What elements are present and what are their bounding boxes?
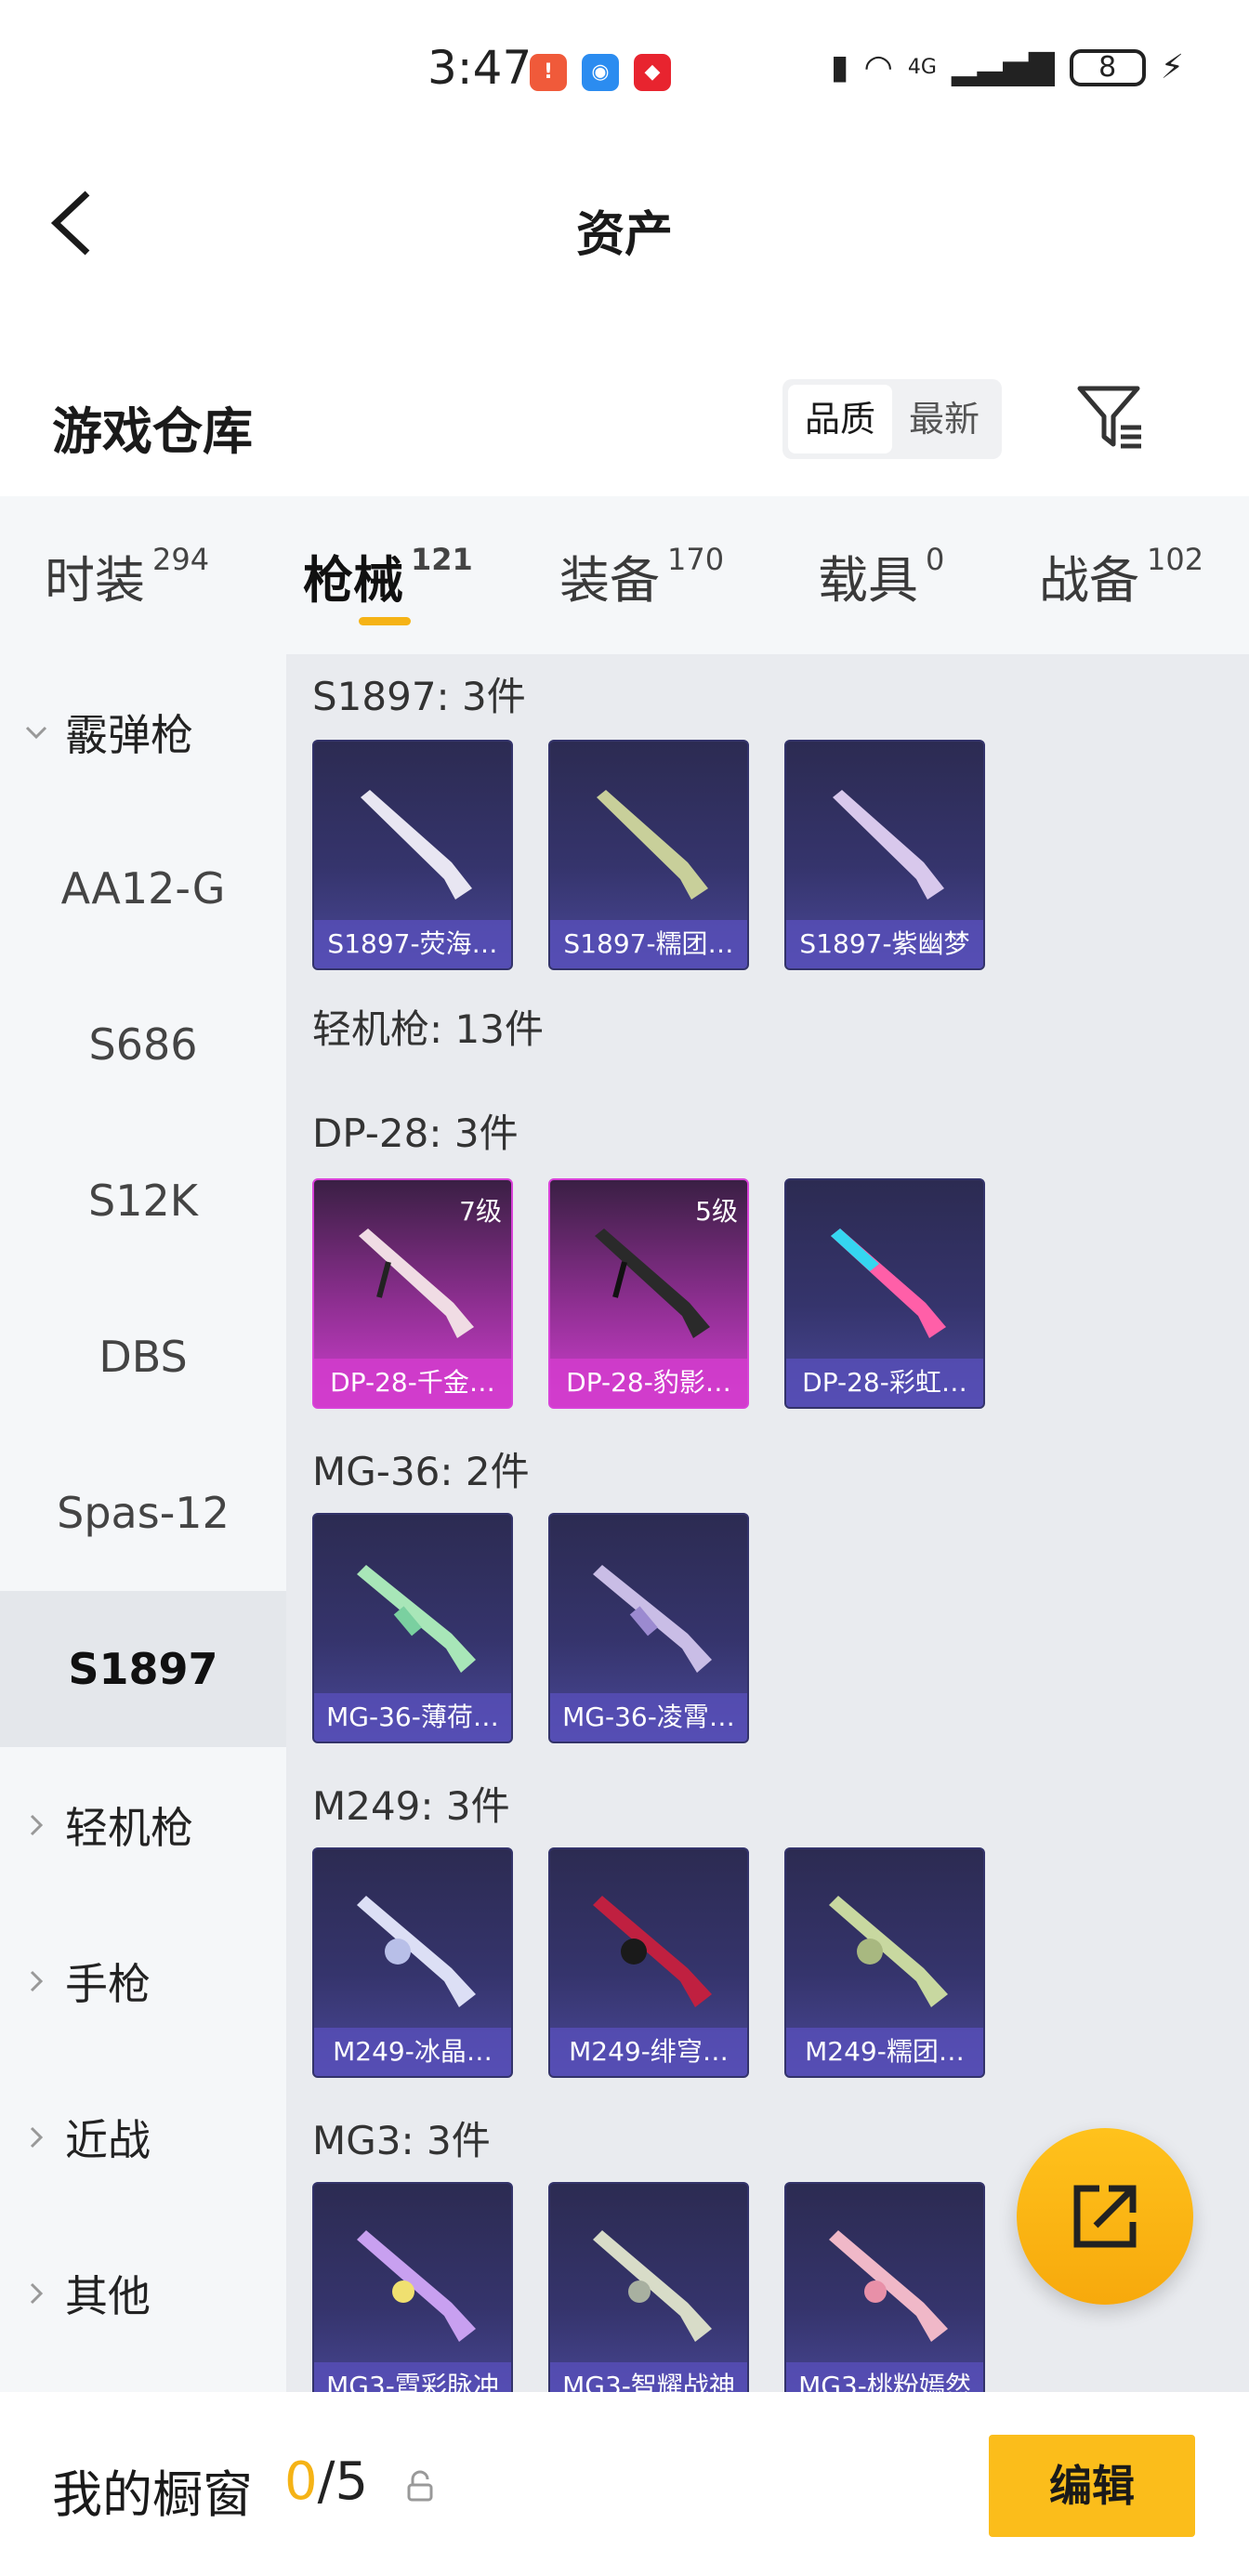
- machine-gun-icon: [593, 2230, 712, 2342]
- sidebar-group-shotgun[interactable]: 霰弹枪: [0, 654, 286, 810]
- weapon-card[interactable]: M249-绯穹…: [548, 1847, 749, 2078]
- chevron-right-icon: [30, 2126, 44, 2149]
- weapon-card[interactable]: S1897-紫幽梦: [784, 740, 985, 970]
- sidebar-item-spas12[interactable]: Spas-12: [0, 1435, 286, 1591]
- share-external-icon: [1073, 2185, 1137, 2248]
- weapon-card[interactable]: MG3-霓彩脉冲: [312, 2182, 513, 2392]
- tab-weapons[interactable]: 枪械 121: [303, 539, 473, 612]
- sidebar-item-s1897[interactable]: S1897: [0, 1591, 286, 1747]
- weapon-card[interactable]: MG3-智耀战神: [548, 2182, 749, 2392]
- status-bar: 3:47 ! ◉ ◆ ▮ ◠ 4G ▂▃▅▇ 8 ⚡: [0, 0, 1249, 139]
- machine-gun-icon: [357, 2230, 476, 2342]
- machine-gun-icon: [359, 1229, 474, 1338]
- weapon-card[interactable]: S1897-荧海…: [312, 740, 513, 970]
- sidebar-group-pistol[interactable]: 手枪: [0, 1903, 286, 2059]
- weapon-card[interactable]: 7级 DP-28-千金…: [312, 1178, 513, 1409]
- showcase-label: 我的橱窗: [52, 2465, 253, 2524]
- sidebar-item-s12k[interactable]: S12K: [0, 1123, 286, 1279]
- sort-toggle: 品质 最新: [782, 379, 1002, 459]
- sidebar-group-lmg[interactable]: 轻机枪: [0, 1747, 286, 1903]
- weapon-card[interactable]: MG-36-凌霄…: [548, 1513, 749, 1743]
- section-label: S1897: 3件: [312, 674, 526, 719]
- notification-app-icon: ◆: [634, 54, 671, 91]
- signal-icon: ▂▃▅▇: [951, 48, 1055, 86]
- notification-app-icon: ◉: [582, 54, 619, 91]
- machine-gun-icon: [829, 1896, 948, 2007]
- section-label: DP-28: 3件: [312, 1111, 519, 1156]
- machine-gun-icon: [357, 1896, 476, 2007]
- section-label: MG3: 3件: [312, 2118, 491, 2163]
- weapon-card[interactable]: 5级 DP-28-豹影…: [548, 1178, 749, 1409]
- weapon-card[interactable]: MG3-桃粉嫣然: [784, 2182, 985, 2392]
- page-title: 资产: [575, 207, 673, 263]
- shotgun-icon: [361, 790, 472, 900]
- edit-button[interactable]: 编辑: [989, 2435, 1195, 2537]
- tab-vehicles[interactable]: 载具 0: [818, 539, 944, 612]
- sidebar-item-aa12g[interactable]: AA12-G: [0, 810, 286, 966]
- filter-icon[interactable]: [1076, 383, 1145, 452]
- chevron-down-icon: [25, 726, 47, 740]
- showcase-count: 0/5: [284, 2451, 369, 2512]
- network-type: 4G: [907, 56, 937, 79]
- warehouse-title: 游戏仓库: [52, 402, 253, 461]
- sort-option-quality[interactable]: 品质: [788, 385, 892, 453]
- status-icons: ▮ ◠ 4G ▂▃▅▇ 8 ⚡: [831, 48, 1184, 86]
- status-time: 3:47: [427, 41, 532, 95]
- tab-equipment[interactable]: 装备 170: [559, 539, 724, 612]
- weapon-card[interactable]: MG-36-薄荷…: [312, 1513, 513, 1743]
- section-label: 轻机枪: 13件: [312, 1006, 544, 1052]
- weapon-category-sidebar: 霰弹枪 AA12-G S686 S12K DBS Spas-12 S1897 轻…: [0, 654, 286, 2392]
- shotgun-icon: [833, 790, 944, 900]
- chevron-right-icon: [30, 2282, 44, 2305]
- machine-gun-icon: [593, 1896, 712, 2007]
- battery-icon: 8: [1069, 48, 1146, 86]
- weapon-card[interactable]: M249-冰晶…: [312, 1847, 513, 2078]
- section-label: MG-36: 2件: [312, 1449, 530, 1494]
- warehouse-header: 游戏仓库 品质 最新: [0, 372, 1249, 493]
- chevron-right-icon: [30, 1970, 44, 1992]
- nfc-icon: ▮: [830, 48, 849, 86]
- weapon-card[interactable]: M249-糯团…: [784, 1847, 985, 2078]
- machine-gun-icon: [595, 1229, 710, 1338]
- weapon-card[interactable]: S1897-糯团…: [548, 740, 749, 970]
- machine-gun-icon: [829, 2230, 948, 2342]
- shotgun-icon: [597, 790, 708, 900]
- tab-supplies[interactable]: 战备 102: [1039, 539, 1203, 612]
- charging-icon: ⚡: [1160, 48, 1184, 86]
- machine-gun-icon: [831, 1229, 946, 1338]
- notification-app-icon: !: [530, 54, 567, 91]
- tab-skins[interactable]: 时装 294: [45, 539, 209, 612]
- showcase-bar: 我的橱窗 0/5 编辑: [0, 2392, 1249, 2576]
- share-button[interactable]: [1017, 2128, 1193, 2305]
- rifle-icon: [593, 1565, 712, 1673]
- chevron-right-icon: [30, 1814, 44, 1836]
- sidebar-item-s686[interactable]: S686: [0, 966, 286, 1123]
- category-tabs: 时装 294 枪械 121 装备 170 载具 0 战备 102: [0, 496, 1249, 654]
- active-tab-indicator: [359, 617, 411, 625]
- sidebar-group-melee[interactable]: 近战: [0, 2059, 286, 2215]
- sidebar-item-dbs[interactable]: DBS: [0, 1279, 286, 1435]
- sidebar-group-other[interactable]: 其他: [0, 2215, 286, 2372]
- weapon-card[interactable]: DP-28-彩虹…: [784, 1178, 985, 1409]
- page-header: 资产: [0, 139, 1249, 297]
- section-label: M249: 3件: [312, 1783, 510, 1829]
- sort-option-newest[interactable]: 最新: [892, 385, 996, 453]
- lock-icon: [407, 2470, 433, 2502]
- wifi-icon: ◠: [863, 48, 893, 86]
- rifle-icon: [357, 1565, 476, 1673]
